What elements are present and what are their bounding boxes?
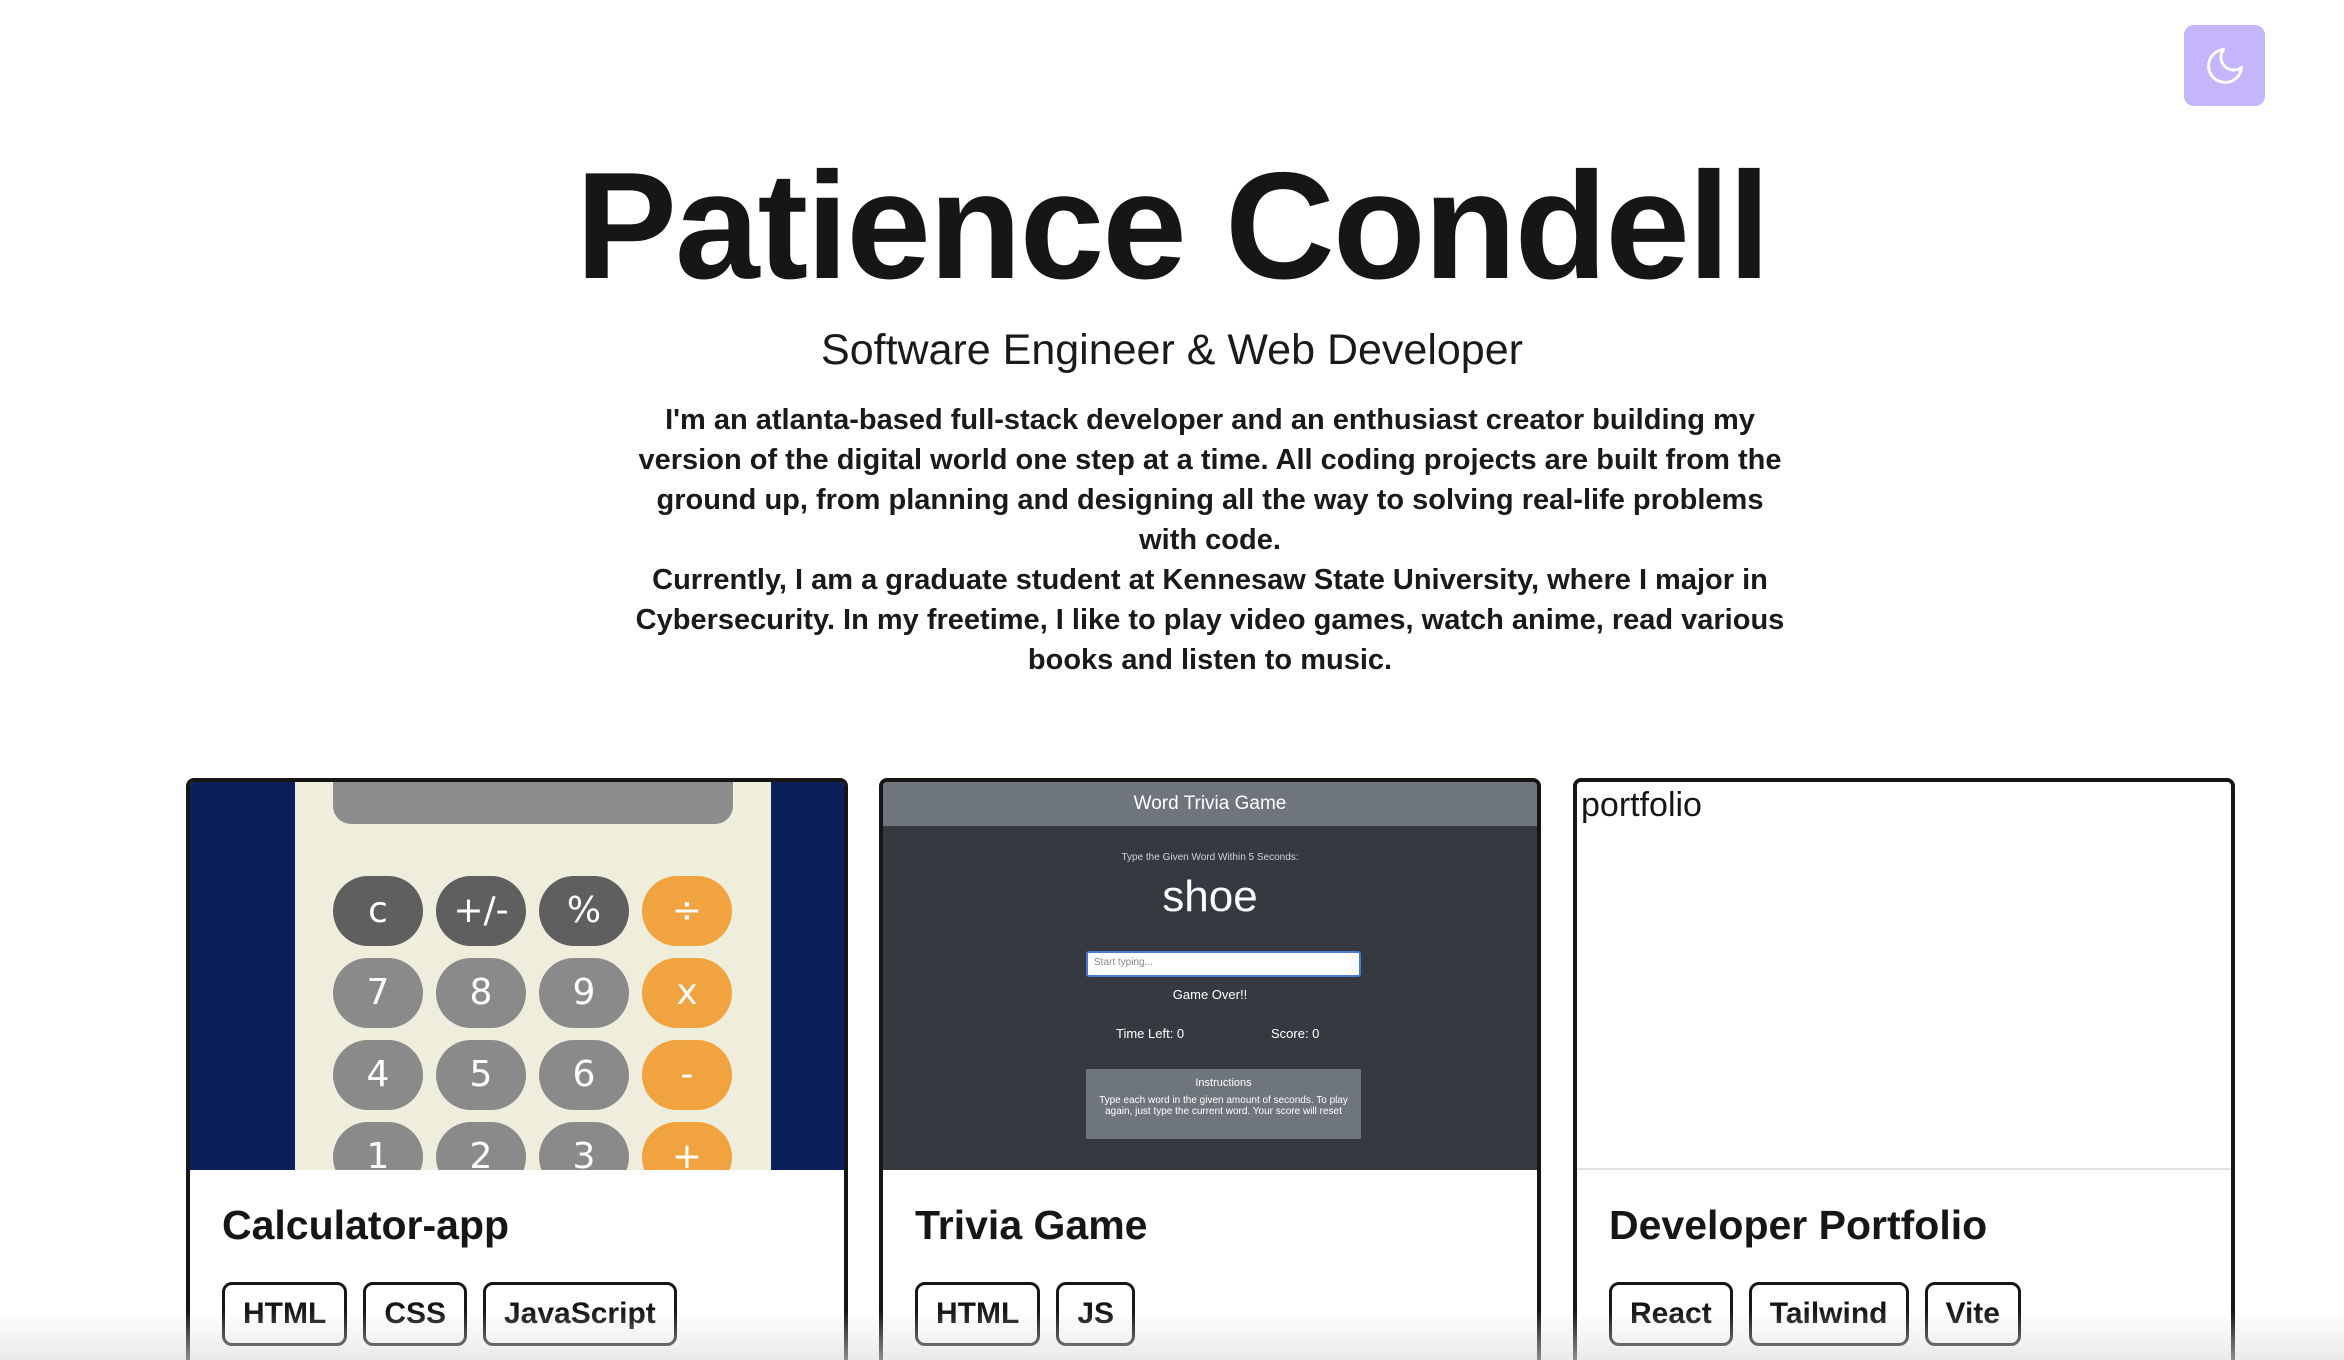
calculator-key: 4: [333, 1040, 423, 1110]
calculator-key: +: [642, 1122, 732, 1170]
calculator-screenshot: c +/- % ÷ 7 8 9 x 4 5 6 - 1 2 3 +: [295, 782, 771, 1170]
trivia-instructions-text: Type each word in the given amount of se…: [1099, 1095, 1348, 1117]
calculator-key: ÷: [642, 876, 732, 946]
trivia-time-left: Time Left: 0: [1116, 1026, 1185, 1041]
project-preview-image[interactable]: portfolio: [1577, 782, 2231, 1170]
calculator-key: %: [539, 876, 629, 946]
tech-tag: JavaScript: [483, 1282, 677, 1346]
trivia-instructions-title: Instructions: [1195, 1077, 1252, 1089]
trivia-prompt: Type the Given Word Within 5 Seconds:: [1121, 852, 1299, 863]
tech-tag: JS: [1056, 1282, 1136, 1346]
trivia-word: shoe: [1162, 872, 1258, 921]
calculator-key: x: [642, 958, 732, 1028]
project-title[interactable]: Developer Portfolio: [1609, 1202, 1987, 1249]
trivia-status: Game Over!!: [1172, 987, 1248, 1002]
tech-tag: Vite: [1924, 1282, 2021, 1346]
bio-paragraph: I'm an atlanta-based full-stack develope…: [638, 404, 1782, 556]
calculator-key: 2: [436, 1122, 526, 1170]
calculator-key: +/-: [436, 876, 526, 946]
calculator-display: [333, 782, 733, 824]
trivia-input: Start typing...: [1086, 951, 1361, 977]
project-title[interactable]: Trivia Game: [915, 1202, 1147, 1249]
calculator-key: 6: [539, 1040, 629, 1110]
calculator-key: 9: [539, 958, 629, 1028]
tech-tag: CSS: [363, 1282, 467, 1346]
tech-tag: HTML: [915, 1282, 1041, 1346]
bio-paragraph: Currently, I am a graduate student at Ke…: [635, 564, 1785, 676]
project-preview-image[interactable]: Word Trivia Game Type the Given Word Wit…: [883, 782, 1537, 1170]
calculator-key: 7: [333, 958, 423, 1028]
project-tags: HTML JS: [915, 1282, 1136, 1346]
calculator-key: 5: [436, 1040, 526, 1110]
calculator-key: 3: [539, 1122, 629, 1170]
calculator-key: 1: [333, 1122, 423, 1170]
tech-tag: HTML: [222, 1282, 348, 1346]
tech-tag: Tailwind: [1748, 1282, 1909, 1346]
trivia-header: Word Trivia Game: [883, 782, 1537, 826]
tech-tag: React: [1609, 1282, 1733, 1346]
project-card-calculator[interactable]: c +/- % ÷ 7 8 9 x 4 5 6 - 1 2 3 + Calcul…: [186, 778, 848, 1360]
moon-icon: [2206, 47, 2243, 84]
image-alt-text: portfolio: [1581, 786, 1702, 824]
theme-toggle-button[interactable]: [2184, 25, 2265, 106]
trivia-score: Score: 0: [1271, 1026, 1320, 1041]
hero-bio: I'm an atlanta-based full-stack develope…: [630, 400, 1790, 680]
calculator-key: -: [642, 1040, 732, 1110]
calculator-key: c: [333, 876, 423, 946]
project-card-trivia[interactable]: Word Trivia Game Type the Given Word Wit…: [879, 778, 1541, 1360]
page-title: Patience Condell: [575, 141, 1771, 311]
portfolio-page: Patience Condell Software Engineer & Web…: [0, 0, 2344, 1360]
calculator-key: 8: [436, 958, 526, 1028]
trivia-instructions: Instructions Type each word in the given…: [1086, 1069, 1361, 1139]
hero-subtitle: Software Engineer & Web Developer: [821, 326, 1523, 374]
project-tags: React Tailwind Vite: [1609, 1282, 2021, 1346]
broken-image-placeholder: [1577, 782, 2231, 1170]
project-title[interactable]: Calculator-app: [222, 1202, 509, 1249]
project-card-portfolio[interactable]: portfolio Developer Portfolio React Tail…: [1573, 778, 2235, 1360]
project-tags: HTML CSS JavaScript: [222, 1282, 677, 1346]
project-preview-image[interactable]: c +/- % ÷ 7 8 9 x 4 5 6 - 1 2 3 +: [190, 782, 844, 1170]
